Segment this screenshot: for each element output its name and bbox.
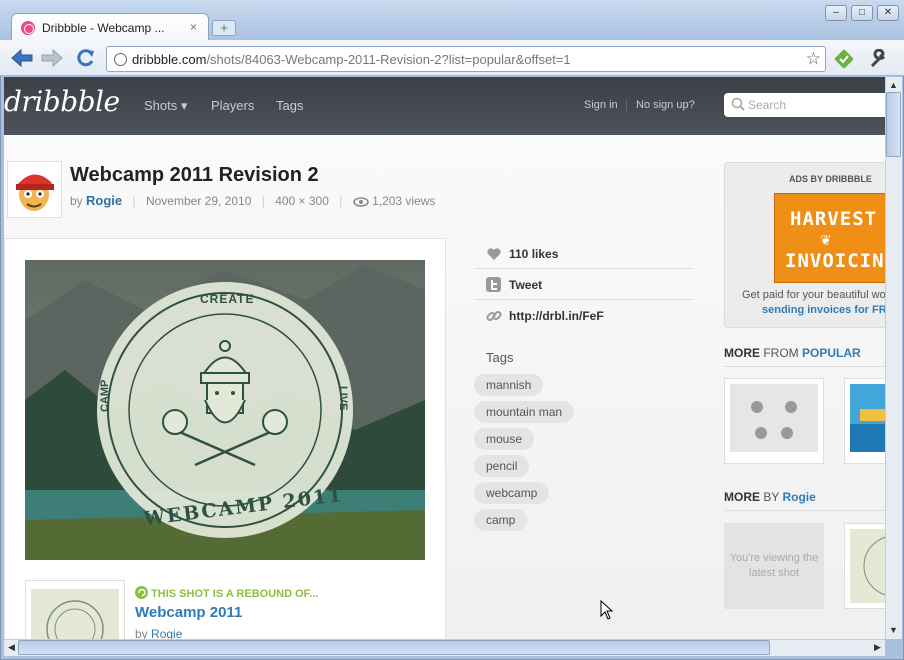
tags-heading: Tags	[486, 350, 514, 365]
rebound-icon	[135, 586, 148, 600]
nav-players[interactable]: Players	[211, 98, 254, 113]
site-header: dribbble Shots ▾ Players Tags Sign in No…	[4, 77, 885, 135]
back-arrow-icon[interactable]	[10, 48, 34, 68]
tweet-row[interactable]: Tweet	[474, 269, 694, 300]
shot-dimensions: 400 × 300	[275, 194, 329, 208]
heart-icon	[486, 246, 502, 262]
divider	[724, 366, 885, 367]
tag-pill[interactable]: mannish	[474, 374, 544, 396]
author-link[interactable]: Rogie	[86, 193, 122, 208]
tag-pill[interactable]: mouse	[474, 428, 535, 450]
view-count: 1,203 views	[372, 194, 436, 208]
tab-close-icon[interactable]: ×	[190, 20, 197, 34]
badge-text-right: LIVE	[337, 386, 349, 411]
nav-tags[interactable]: Tags	[276, 98, 303, 113]
ads-heading: ADS BY DRIBBBLE	[789, 174, 872, 184]
link-icon	[486, 308, 502, 324]
tag-pill[interactable]: camp	[474, 509, 528, 531]
rebound-byline: by Rogie	[135, 627, 183, 639]
wrench-icon[interactable]	[868, 48, 888, 69]
maximize-button[interactable]: □	[851, 5, 873, 21]
scroll-up-arrow-icon[interactable]: ▲	[886, 78, 901, 93]
horizontal-scroll-thumb[interactable]	[18, 640, 770, 655]
reload-icon[interactable]	[74, 48, 98, 68]
badge-text-left: CAMP	[99, 379, 111, 412]
extension-icon[interactable]	[834, 49, 854, 69]
eye-icon	[352, 194, 369, 208]
search-input[interactable]: Search	[724, 93, 885, 117]
title-bar: Dribbble - Webcamp ... × + – □ ✕	[0, 0, 904, 41]
rebound-title-link[interactable]: Webcamp 2011	[135, 604, 242, 621]
url-text: dribbble.com/shots/84063-Webcamp-2011-Re…	[132, 52, 571, 67]
more-from-heading: MORE FROM POPULAR	[724, 346, 861, 360]
shot-image[interactable]: CREATE CAMP LIVE WEBCAMP 2011	[25, 260, 425, 560]
shot-date: November 29, 2010	[145, 194, 252, 208]
by-label: by	[70, 194, 83, 208]
rebound-author-link[interactable]: Rogie	[151, 627, 182, 639]
more-by-thumbnail[interactable]	[844, 523, 885, 609]
popular-link[interactable]: POPULAR	[802, 346, 861, 360]
scroll-down-arrow-icon[interactable]: ▼	[886, 623, 901, 638]
page-viewport: dribbble Shots ▾ Players Tags Sign in No…	[4, 77, 885, 639]
forward-arrow-icon[interactable]	[40, 48, 64, 68]
popular-thumbnail[interactable]	[844, 378, 885, 464]
bookmark-star-icon[interactable]: ☆	[806, 49, 821, 69]
nav-shots[interactable]: Shots ▾	[144, 98, 187, 114]
mouse-cursor-icon	[600, 599, 614, 623]
scroll-right-arrow-icon[interactable]: ▶	[870, 640, 885, 655]
ad-line-1: HARVEST	[790, 208, 878, 230]
search-placeholder: Search	[748, 98, 787, 112]
globe-icon	[114, 53, 127, 66]
sign-in-link[interactable]: Sign in	[584, 99, 618, 111]
sign-up-link[interactable]: No sign up?	[636, 99, 695, 111]
ad-line-2: INVOICING	[785, 250, 885, 272]
close-window-button[interactable]: ✕	[877, 5, 899, 21]
search-icon	[731, 97, 745, 114]
ad-ornament-icon: ❦	[820, 232, 832, 248]
tag-pill[interactable]: webcamp	[474, 482, 550, 504]
ad-link[interactable]: sending invoices for FR	[762, 304, 885, 316]
nav-divider	[626, 99, 627, 113]
minimize-button[interactable]: –	[825, 5, 847, 21]
shorturl-row[interactable]: http://drbl.in/FeF	[474, 300, 694, 331]
twitter-icon	[486, 277, 502, 293]
more-by-heading: MORE BY Rogie	[724, 490, 816, 504]
scroll-left-arrow-icon[interactable]: ◀	[4, 640, 19, 655]
tag-pill[interactable]: pencil	[474, 455, 530, 477]
popular-thumbnail[interactable]	[724, 378, 824, 464]
likes-count: 110 likes	[509, 247, 559, 261]
avatar[interactable]	[7, 161, 62, 218]
new-tab-button[interactable]: +	[212, 20, 236, 36]
rebound-label: THIS SHOT IS A REBOUND OF...	[135, 586, 318, 600]
rebound-thumbnail[interactable]	[25, 580, 125, 639]
likes-row[interactable]: 110 likes	[474, 238, 694, 269]
vertical-scrollbar[interactable]	[885, 77, 902, 639]
page-title: Webcamp 2011 Revision 2	[70, 164, 319, 186]
divider	[724, 510, 885, 511]
browser-tab[interactable]: Dribbble - Webcamp ... ×	[11, 13, 209, 41]
badge-text-top: CREATE	[200, 292, 255, 306]
tweet-link: Tweet	[509, 278, 543, 292]
latest-shot-placeholder: You're viewing the latest shot	[724, 523, 824, 609]
dribbble-favicon-icon	[21, 21, 35, 35]
vertical-scroll-thumb[interactable]	[886, 92, 901, 157]
more-by-author-link[interactable]: Rogie	[782, 490, 815, 504]
harvest-ad-banner[interactable]: HARVEST ❦ INVOICING	[774, 193, 885, 283]
tag-pill[interactable]: mountain man	[474, 401, 575, 423]
short-url: http://drbl.in/FeF	[509, 309, 604, 323]
address-bar[interactable]: dribbble.com/shots/84063-Webcamp-2011-Re…	[106, 46, 826, 72]
tab-title: Dribbble - Webcamp ...	[42, 21, 165, 35]
ad-copy: Get paid for your beautiful wo	[742, 289, 885, 301]
shot-meta: by Rogie | November 29, 2010 | 400 × 300…	[70, 193, 436, 208]
dribbble-logo[interactable]: dribbble	[4, 85, 120, 118]
